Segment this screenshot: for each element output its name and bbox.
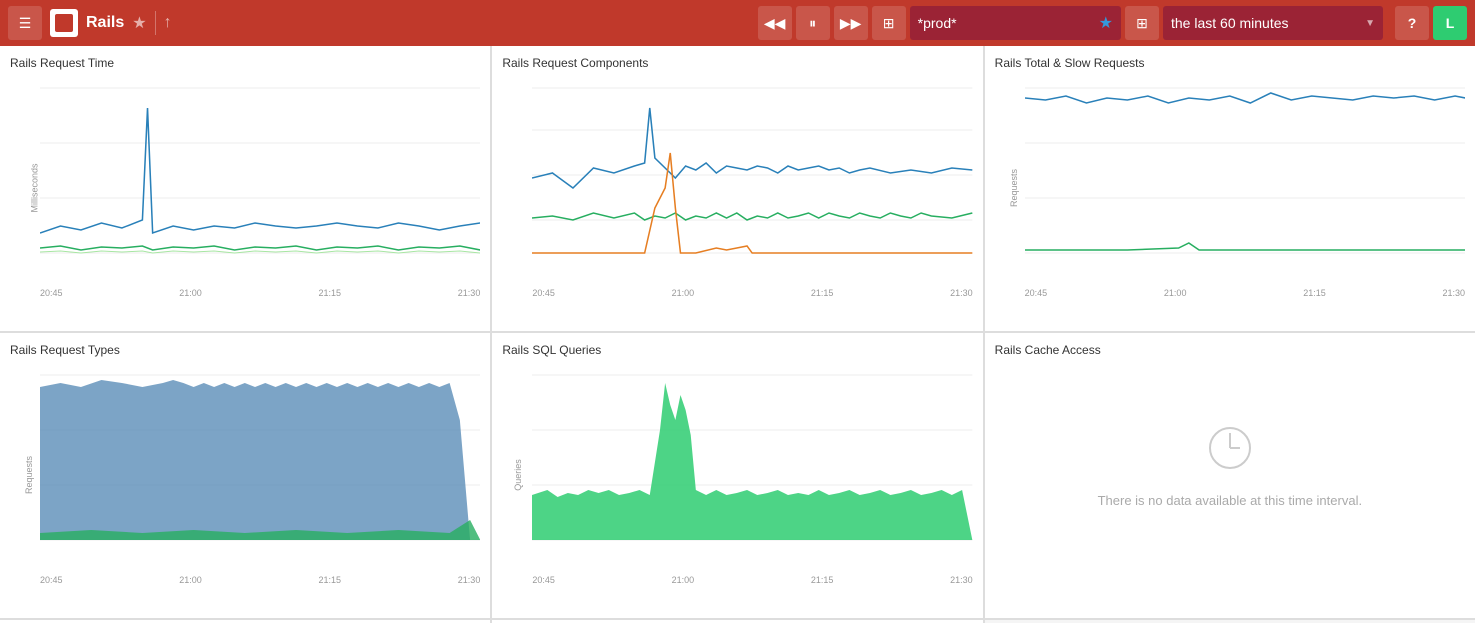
chart-svg-sql: 100 50 0 <box>532 365 972 560</box>
no-data-clock-icon <box>1205 423 1255 483</box>
search-star-icon[interactable]: ★ <box>1099 13 1113 33</box>
time-container: ▼ <box>1163 6 1383 40</box>
panel-request-time-title: Rails Request Time <box>10 56 480 70</box>
dashboard: Rails Request Time Milliseconds 50 25 0 <box>0 46 1475 623</box>
share-icon[interactable]: ↑ <box>164 14 172 32</box>
no-data-message: There is no data available at this time … <box>1098 493 1362 508</box>
no-data-container: There is no data available at this time … <box>995 365 1465 565</box>
panel-total-slow: Rails Total & Slow Requests Requests 400… <box>985 46 1475 331</box>
search-input[interactable] <box>918 15 1099 31</box>
divider <box>155 11 156 35</box>
pause-button[interactable]: ⏸ <box>796 6 830 40</box>
rewind-button[interactable]: ◀◀ <box>758 6 792 40</box>
time-range-input[interactable] <box>1171 15 1361 31</box>
y-axis-label-total: Requests <box>1009 169 1019 207</box>
search-container: ★ <box>910 6 1121 40</box>
x-axis-request-time: 20:45 21:00 21:15 21:30 <box>40 288 480 298</box>
panel-sql-queries: Rails SQL Queries Queries 100 50 0 20:45… <box>492 333 982 618</box>
chart-request-types: Requests 400 200 0 20:45 21:00 21:15 21:… <box>10 365 480 585</box>
chart-svg-components: 7.5 5 2.5 0 <box>532 78 972 273</box>
app-logo-inner <box>55 14 73 32</box>
navbar-center: ◀◀ ⏸ ▶▶ ⊞ ★ ⊞ ▼ <box>758 6 1383 40</box>
panel-request-time: Rails Request Time Milliseconds 50 25 0 <box>0 46 490 331</box>
panel-sql-title: Rails SQL Queries <box>502 343 972 357</box>
x-axis-sql: 20:45 21:00 21:15 21:30 <box>532 575 972 585</box>
y-axis-label-request-time: Milliseconds <box>30 163 40 212</box>
forward-button[interactable]: ▶▶ <box>834 6 868 40</box>
chart-sql: Queries 100 50 0 20:45 21:00 21:15 21:30 <box>502 365 972 585</box>
pause-icon: ⏸ <box>809 15 816 32</box>
chart-svg-request-time: 50 25 0 <box>40 78 480 273</box>
user-initial: L <box>1446 15 1455 31</box>
calendar-button[interactable]: ⊞ <box>1125 6 1159 40</box>
y-axis-label-types: Requests <box>24 456 34 494</box>
panel-total-slow-title: Rails Total & Slow Requests <box>995 56 1465 70</box>
app-title: Rails <box>86 14 124 32</box>
calendar-icon: ⊞ <box>1136 15 1148 32</box>
panel-cache-title: Rails Cache Access <box>995 343 1465 357</box>
x-axis-types: 20:45 21:00 21:15 21:30 <box>40 575 480 585</box>
rewind-icon: ◀◀ <box>764 15 786 32</box>
app-logo <box>50 9 78 37</box>
x-axis-components: 20:45 21:00 21:15 21:30 <box>532 288 972 298</box>
menu-icon: ☰ <box>19 15 32 32</box>
help-button[interactable]: ? <box>1395 6 1429 40</box>
navbar: ☰ Rails ★ ↑ ◀◀ ⏸ ▶▶ ⊞ ★ ⊞ ▼ <box>0 0 1475 46</box>
chart-request-time: Milliseconds 50 25 0 20:45 21:0 <box>10 78 480 298</box>
y-axis-label-sql: Queries <box>513 459 523 491</box>
user-button[interactable]: L <box>1433 6 1467 40</box>
chart-svg-total: 400 200 0 <box>1025 78 1465 273</box>
forward-icon: ▶▶ <box>840 15 862 32</box>
navbar-right: ? L <box>1395 6 1467 40</box>
chart-total-slow: Requests 400 200 0 20:45 21:00 21:15 21:… <box>995 78 1465 298</box>
panel-request-types: Rails Request Types Requests 400 200 0 2… <box>0 333 490 618</box>
time-dropdown-icon: ▼ <box>1365 18 1375 29</box>
panel-cache-access: Rails Cache Access There is no data avai… <box>985 333 1475 618</box>
panel-request-components-title: Rails Request Components <box>502 56 972 70</box>
grid-button[interactable]: ⊞ <box>872 6 906 40</box>
favorite-star-icon[interactable]: ★ <box>132 13 146 33</box>
panel-request-types-title: Rails Request Types <box>10 343 480 357</box>
panel-request-components: Rails Request Components 7.5 5 2.5 0 <box>492 46 982 331</box>
help-icon: ? <box>1408 15 1417 31</box>
navbar-left: ☰ Rails ★ ↑ <box>8 6 172 40</box>
menu-button[interactable]: ☰ <box>8 6 42 40</box>
grid-icon: ⊞ <box>883 15 895 32</box>
chart-request-components: 7.5 5 2.5 0 20:45 21:00 21:15 21:30 <box>502 78 972 298</box>
x-axis-total: 20:45 21:00 21:15 21:30 <box>1025 288 1465 298</box>
chart-svg-types: 400 200 0 <box>40 365 480 560</box>
